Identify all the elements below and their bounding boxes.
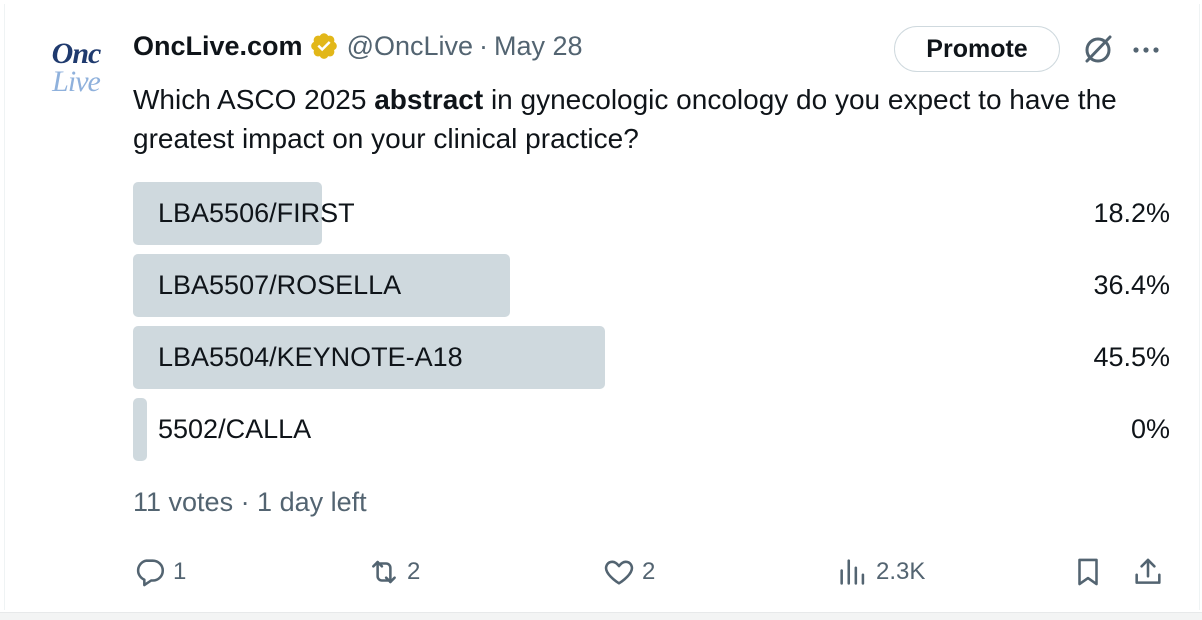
tweet-text: Which ASCO 2025 abstract in gynecologic … (133, 80, 1183, 158)
logo-line-2: Live (52, 65, 101, 98)
poll-option: 5502/CALLA 0% (133, 398, 1170, 461)
tweet-text-start: Which ASCO 2025 (133, 84, 375, 115)
handle[interactable]: @OncLive (347, 31, 473, 62)
reply-count: 1 (173, 558, 187, 585)
tweet-text-bold: abstract (374, 84, 484, 115)
more-icon[interactable] (1128, 32, 1164, 68)
action-bar: 1 2 2 2.3K (133, 552, 1173, 592)
views-icon (840, 559, 865, 585)
poll-option-label: 5502/CALLA (158, 414, 312, 444)
poll-meta: 11 votes · 1 day left (133, 487, 367, 517)
poll-option: LBA5506/FIRST 18.2% (133, 182, 1170, 245)
promote-button[interactable]: Promote (894, 26, 1060, 72)
display-name[interactable]: OncLive.com (133, 31, 303, 62)
bookmark-button[interactable] (1071, 552, 1105, 592)
verified-badge-icon[interactable] (309, 31, 339, 61)
tweet-header: OncLive.com @OncLive · May 28 (133, 28, 583, 64)
repost-button[interactable]: 2 (367, 552, 420, 592)
repost-icon (372, 560, 396, 584)
repost-count: 2 (407, 558, 421, 585)
poll-option-percent: 18.2% (1093, 198, 1170, 228)
bookmark-icon (1078, 558, 1098, 586)
avatar[interactable]: Onc Live (34, 26, 118, 110)
poll-option-percent: 0% (1130, 414, 1170, 444)
tweet-date[interactable]: May 28 (494, 31, 583, 62)
poll-option: LBA5504/KEYNOTE-A18 45.5% (133, 326, 1170, 389)
poll: LBA5506/FIRST 18.2% LBA5507/ROSELLA 36.4… (133, 182, 1170, 470)
share-icon (1135, 558, 1161, 584)
poll-option-label: LBA5506/FIRST (158, 198, 355, 228)
bottom-divider (0, 612, 1202, 620)
reply-icon (136, 559, 165, 587)
grok-icon[interactable] (1080, 32, 1116, 68)
poll-option-label: LBA5507/ROSELLA (158, 270, 402, 300)
like-count: 2 (642, 558, 656, 585)
poll-option-percent: 45.5% (1093, 342, 1170, 372)
like-button[interactable]: 2 (602, 552, 655, 592)
poll-option: LBA5507/ROSELLA 36.4% (133, 254, 1170, 317)
logo-line-1: Onc (51, 37, 102, 70)
header-separator: · (479, 30, 489, 61)
reply-button[interactable]: 1 (133, 552, 186, 592)
poll-option-label: LBA5504/KEYNOTE-A18 (158, 342, 463, 372)
heart-icon (604, 560, 634, 585)
views-count: 2.3K (876, 558, 926, 585)
views-button[interactable]: 2.3K (836, 552, 925, 592)
poll-option-percent: 36.4% (1093, 270, 1170, 300)
share-button[interactable] (1131, 552, 1165, 592)
poll-bar (133, 398, 147, 461)
